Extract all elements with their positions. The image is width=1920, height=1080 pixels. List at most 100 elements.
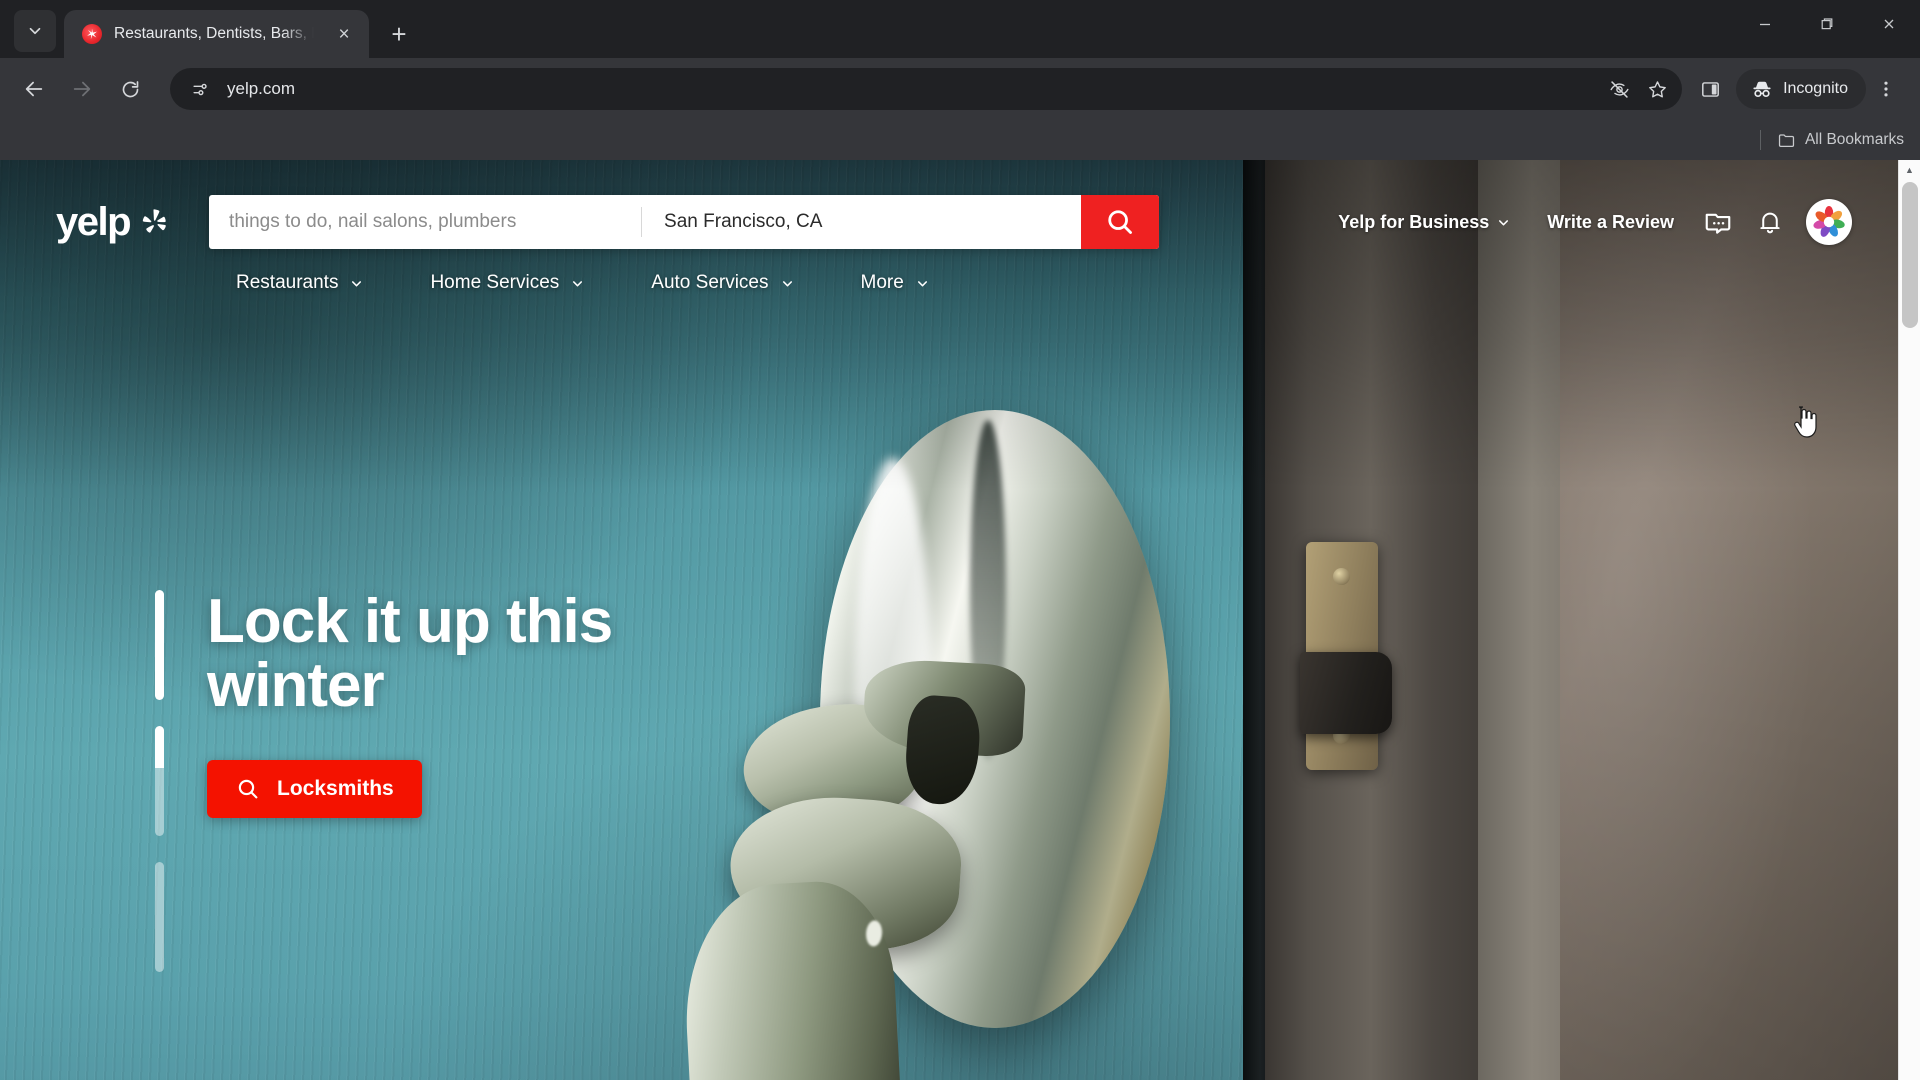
category-auto-services[interactable]: Auto Services xyxy=(651,272,824,294)
bookmarks-bar: All Bookmarks xyxy=(0,120,1920,160)
search-location-field[interactable] xyxy=(642,195,1082,249)
carousel-indicators xyxy=(155,590,164,972)
incognito-indicator[interactable]: Incognito xyxy=(1736,69,1866,109)
carousel-indicator-3[interactable] xyxy=(155,862,164,972)
search-input[interactable] xyxy=(229,211,642,233)
notifications-button[interactable] xyxy=(1744,196,1796,248)
yelp-homepage: yelp things to do, nail salons, plumbers… xyxy=(0,160,1898,1080)
chevron-down-icon xyxy=(782,280,792,286)
chrome-menu-button[interactable] xyxy=(1866,69,1906,109)
all-bookmarks-label: All Bookmarks xyxy=(1804,131,1904,148)
back-arrow-icon xyxy=(25,81,43,97)
maximize-button[interactable] xyxy=(1796,0,1858,48)
browser-tab[interactable]: Restaurants, Dentists, Bars, Bea × xyxy=(64,10,369,58)
tab-close-button[interactable]: × xyxy=(331,21,357,47)
collections-button[interactable] xyxy=(1692,196,1744,248)
page-viewport: yelp things to do, nail salons, plumbers… xyxy=(0,160,1920,1080)
screw-top xyxy=(1333,568,1350,585)
category-restaurants[interactable]: Restaurants xyxy=(236,272,394,294)
latch-bolt xyxy=(1300,652,1392,734)
category-label: Home Services xyxy=(430,272,560,293)
avatar-flower-icon xyxy=(1813,206,1845,237)
close-window-button[interactable] xyxy=(1858,0,1920,48)
yelp-logo[interactable]: yelp xyxy=(56,202,170,242)
forward-button[interactable] xyxy=(62,69,102,109)
star-icon xyxy=(1648,80,1666,97)
carousel-indicator-2[interactable] xyxy=(155,726,164,836)
category-label: Restaurants xyxy=(236,272,339,293)
window-controls xyxy=(1734,0,1920,48)
minimize-button[interactable] xyxy=(1734,0,1796,48)
back-button[interactable] xyxy=(14,69,54,109)
yelp-header-right-nav: Yelp for Business Write a Review xyxy=(1320,196,1898,248)
reload-button[interactable] xyxy=(110,69,150,109)
lower-door-handle xyxy=(679,789,1045,1080)
side-panel-icon xyxy=(1701,81,1719,97)
reload-icon xyxy=(122,80,138,97)
category-more[interactable]: More xyxy=(861,272,960,294)
side-panel-button[interactable] xyxy=(1690,69,1730,109)
yelp-search-bar xyxy=(209,195,1160,249)
minimize-icon xyxy=(1760,23,1770,26)
tab-title: Restaurants, Dentists, Bars, Bea xyxy=(114,25,314,42)
url-text: yelp.com xyxy=(227,79,296,98)
folder-icon xyxy=(1778,133,1795,147)
vertical-scrollbar-thumb[interactable] xyxy=(1902,182,1918,328)
yelp-category-nav: Restaurants Home Services Auto Services … xyxy=(0,260,1898,306)
write-a-review-link[interactable]: Write a Review xyxy=(1529,212,1692,233)
address-bar[interactable]: yelp.com xyxy=(170,68,1683,110)
hero-headline: Lock it up this winter xyxy=(207,587,613,720)
eye-off-icon xyxy=(1610,80,1629,98)
cta-label: Locksmiths xyxy=(277,776,394,800)
maximize-icon xyxy=(1821,18,1833,30)
carousel-indicator-1[interactable] xyxy=(155,590,164,700)
all-bookmarks-button[interactable]: All Bookmarks xyxy=(1777,131,1904,150)
close-icon xyxy=(1884,19,1894,29)
omnibox-actions xyxy=(1602,72,1674,106)
hero-content: Lock it up this winter Locksmiths xyxy=(0,590,727,972)
three-dot-menu-icon xyxy=(1884,81,1888,97)
tab-search-button[interactable] xyxy=(14,10,56,52)
search-icon xyxy=(1108,210,1132,234)
browser-toolbar: yelp.com Incognito xyxy=(0,58,1920,120)
tracking-protection-button[interactable] xyxy=(1602,72,1636,106)
lever-shadow xyxy=(902,693,983,807)
category-home-services[interactable]: Home Services xyxy=(430,272,615,294)
chevron-down-icon xyxy=(1499,219,1509,225)
forward-arrow-icon xyxy=(73,81,91,97)
vertical-scrollbar[interactable]: ▲ xyxy=(1898,160,1920,1080)
chevron-down-icon xyxy=(573,280,583,286)
scroll-up-button[interactable]: ▲ xyxy=(1899,160,1920,180)
yelp-logo-text: yelp xyxy=(56,200,132,244)
chevron-down-icon xyxy=(352,280,362,286)
category-label: More xyxy=(860,272,904,293)
notifications-bell-icon xyxy=(1760,212,1780,234)
site-settings-button[interactable] xyxy=(186,75,214,103)
bookmarks-divider xyxy=(1759,130,1761,150)
yelp-favicon-icon xyxy=(82,24,102,44)
location-input[interactable] xyxy=(664,211,1082,233)
chevron-down-icon xyxy=(29,27,41,35)
incognito-hat-icon xyxy=(1753,81,1771,98)
new-tab-button[interactable]: + xyxy=(381,16,417,52)
yelp-burst-icon xyxy=(140,207,170,237)
yelp-for-business-link[interactable]: Yelp for Business xyxy=(1320,212,1529,233)
locksmiths-cta-button[interactable]: Locksmiths xyxy=(207,759,422,818)
search-submit-button[interactable] xyxy=(1081,195,1160,249)
bookmark-button[interactable] xyxy=(1640,72,1674,106)
yelp-header: yelp things to do, nail salons, plumbers… xyxy=(0,160,1898,310)
chevron-down-icon xyxy=(917,280,927,286)
yelp-for-business-label: Yelp for Business xyxy=(1338,211,1490,232)
incognito-label: Incognito xyxy=(1783,80,1848,97)
search-term-field[interactable] xyxy=(209,195,642,249)
yelp-header-row: yelp things to do, nail salons, plumbers… xyxy=(0,160,1898,260)
site-settings-icon xyxy=(192,83,207,95)
tab-strip: Restaurants, Dentists, Bars, Bea × + xyxy=(0,0,1920,58)
search-icon xyxy=(238,779,258,799)
browser-window: Restaurants, Dentists, Bars, Bea × + xyxy=(0,0,1920,1080)
collections-icon xyxy=(1705,213,1731,234)
hero-text-block: Lock it up this winter Locksmiths xyxy=(207,590,727,972)
category-label: Auto Services xyxy=(651,272,769,293)
user-avatar[interactable] xyxy=(1806,199,1852,245)
write-a-review-label: Write a Review xyxy=(1547,211,1674,232)
